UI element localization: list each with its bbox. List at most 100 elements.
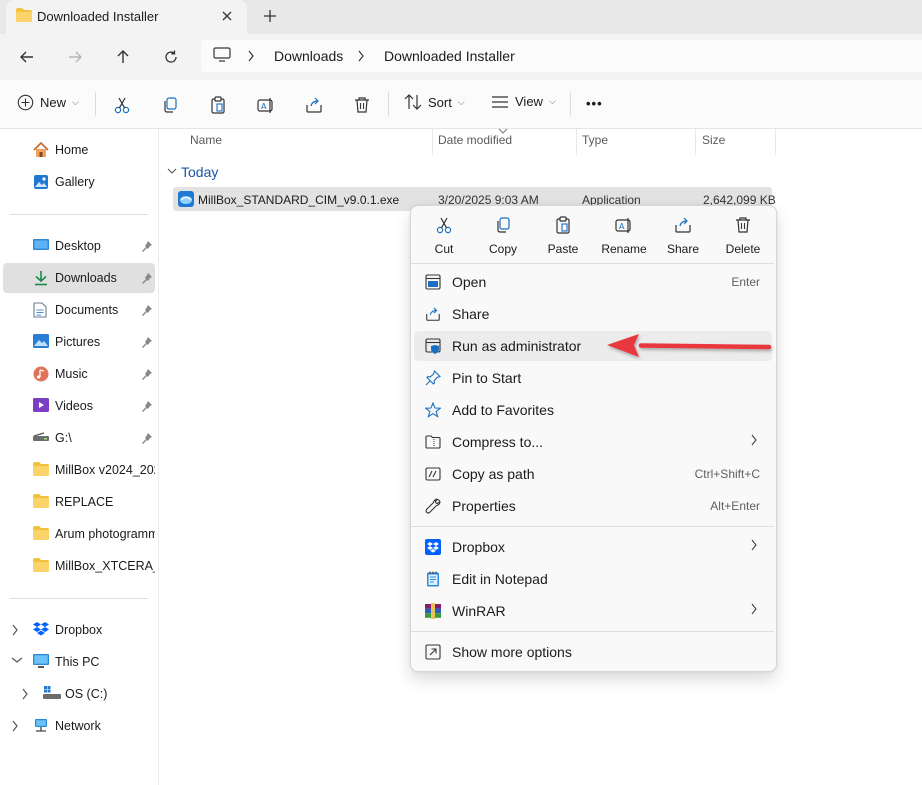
chevron-right-icon[interactable]	[11, 624, 19, 636]
pin-icon[interactable]	[141, 336, 153, 348]
chevron-right-icon[interactable]	[247, 50, 255, 62]
divider	[95, 92, 96, 116]
pin-icon[interactable]	[141, 400, 153, 412]
menu-item-dropbox[interactable]: Dropbox	[414, 532, 772, 562]
group-collapse-chevron-icon[interactable]	[167, 167, 177, 175]
menu-item-edit-in-notepad[interactable]: Edit in Notepad	[414, 564, 772, 594]
sidebar-item-label: Network	[55, 719, 101, 733]
chevron-right-icon[interactable]	[11, 720, 19, 732]
cut-icon[interactable]	[113, 96, 131, 114]
context-delete-button[interactable]: Delete	[713, 210, 773, 258]
paste-icon[interactable]	[209, 96, 227, 114]
sidebar-item-os-c[interactable]: OS (C:)	[13, 679, 155, 709]
forward-arrow-icon[interactable]	[64, 46, 86, 68]
more-options-button[interactable]: •••	[586, 96, 603, 111]
dropbox-icon	[425, 539, 441, 555]
column-divider[interactable]	[576, 129, 577, 155]
share-icon[interactable]	[305, 96, 323, 114]
sidebar-item-desktop[interactable]: Desktop	[3, 231, 155, 261]
sidebar-item-g-drive[interactable]: G:\	[3, 423, 155, 453]
menu-item-copy-as-path[interactable]: Copy as path Ctrl+Shift+C	[414, 459, 772, 489]
context-cut-button[interactable]: Cut	[414, 210, 474, 258]
column-header-date[interactable]: Date modified	[438, 133, 512, 147]
breadcrumb-downloaded-installer[interactable]: Downloaded Installer	[384, 48, 515, 64]
back-arrow-icon[interactable]	[16, 46, 38, 68]
column-header-size[interactable]: Size	[702, 133, 725, 147]
rename-icon[interactable]: A	[257, 96, 275, 114]
sidebar-item-label: MillBox v2024_2025	[55, 463, 155, 477]
menu-item-open[interactable]: Open Enter	[414, 267, 772, 297]
sidebar-item-gallery[interactable]: Gallery	[3, 167, 155, 197]
refresh-icon[interactable]	[160, 46, 182, 68]
quick-action-label: Rename	[601, 242, 647, 256]
view-button[interactable]: View ⌵	[491, 94, 556, 109]
menu-item-compress-to[interactable]: Compress to...	[414, 427, 772, 457]
menu-item-properties[interactable]: Properties Alt+Enter	[414, 491, 772, 521]
sidebar-item-home[interactable]: Home	[3, 135, 155, 165]
sort-button[interactable]: Sort ⌵	[404, 94, 465, 110]
sidebar-item-documents[interactable]: Documents	[3, 295, 155, 325]
sort-icon	[404, 94, 422, 110]
zip-folder-icon	[425, 434, 441, 450]
sidebar-item-this-pc[interactable]: This PC	[3, 647, 155, 677]
menu-item-label: Pin to Start	[452, 370, 522, 386]
menu-item-pin-to-start[interactable]: Pin to Start	[414, 363, 772, 393]
breadcrumb-downloads[interactable]: Downloads	[274, 48, 343, 64]
sidebar-item-millbox-xtcera[interactable]: MillBox_XTCERA_Ar	[3, 551, 155, 581]
new-button[interactable]: New ⌵	[17, 94, 79, 111]
file-name[interactable]: MillBox_STANDARD_CIM_v9.0.1.exe	[198, 193, 399, 207]
sidebar-item-label: Videos	[55, 399, 93, 413]
column-header-type[interactable]: Type	[582, 133, 608, 147]
up-arrow-icon[interactable]	[112, 46, 134, 68]
pin-icon[interactable]	[141, 240, 153, 252]
quick-action-label: Share	[666, 242, 700, 256]
sidebar-item-pictures[interactable]: Pictures	[3, 327, 155, 357]
divider	[570, 92, 571, 116]
delete-icon[interactable]	[353, 96, 371, 114]
chevron-down-icon: ⌵	[457, 96, 465, 107]
star-icon	[425, 402, 441, 418]
chevron-down-icon[interactable]	[11, 656, 23, 664]
sidebar-item-network[interactable]: Network	[3, 711, 155, 741]
monitor-icon[interactable]	[213, 47, 231, 63]
column-header-name[interactable]: Name	[190, 133, 222, 147]
context-rename-button[interactable]: A Rename	[594, 210, 654, 258]
divider	[388, 92, 389, 116]
chevron-down-icon: ⌵	[72, 97, 79, 107]
pin-icon[interactable]	[141, 368, 153, 380]
column-divider[interactable]	[432, 129, 433, 155]
shortcut-label: Ctrl+Shift+C	[694, 467, 760, 481]
view-label: View	[515, 94, 543, 109]
context-share-button[interactable]: Share	[653, 210, 713, 258]
pin-icon[interactable]	[141, 432, 153, 444]
sidebar-item-downloads[interactable]: Downloads	[3, 263, 155, 293]
chevron-right-icon[interactable]	[357, 50, 365, 62]
submenu-chevron-icon	[750, 539, 758, 551]
new-tab-icon[interactable]	[262, 8, 278, 24]
sidebar-item-music[interactable]: Music	[3, 359, 155, 389]
chevron-right-icon[interactable]	[21, 688, 29, 700]
sidebar-item-replace[interactable]: REPLACE	[3, 487, 155, 517]
close-tab-icon[interactable]	[220, 9, 234, 23]
column-divider[interactable]	[695, 129, 696, 155]
column-divider[interactable]	[775, 129, 776, 155]
menu-item-show-more-options[interactable]: Show more options	[414, 637, 772, 667]
sidebar-item-videos[interactable]: Videos	[3, 391, 155, 421]
sidebar-item-arum-photogramm[interactable]: Arum photogramm	[3, 519, 155, 549]
menu-item-add-to-favorites[interactable]: Add to Favorites	[414, 395, 772, 425]
menu-item-winrar[interactable]: WinRAR	[414, 596, 772, 626]
sidebar-item-dropbox[interactable]: Dropbox	[3, 615, 155, 645]
menu-item-label: Share	[452, 306, 490, 322]
view-icon	[492, 95, 508, 108]
sidebar-item-millbox-v2024[interactable]: MillBox v2024_2025	[3, 455, 155, 485]
pin-icon[interactable]	[141, 272, 153, 284]
music-icon	[33, 366, 49, 382]
menu-item-share[interactable]: Share	[414, 299, 772, 329]
sidebar-item-label: This PC	[55, 655, 100, 669]
context-copy-button[interactable]: Copy	[473, 210, 533, 258]
sort-label: Sort	[428, 94, 452, 110]
sidebar-item-label: OS (C:)	[65, 687, 108, 701]
copy-icon[interactable]	[161, 96, 179, 114]
pin-icon[interactable]	[141, 304, 153, 316]
context-paste-button[interactable]: Paste	[533, 210, 593, 258]
